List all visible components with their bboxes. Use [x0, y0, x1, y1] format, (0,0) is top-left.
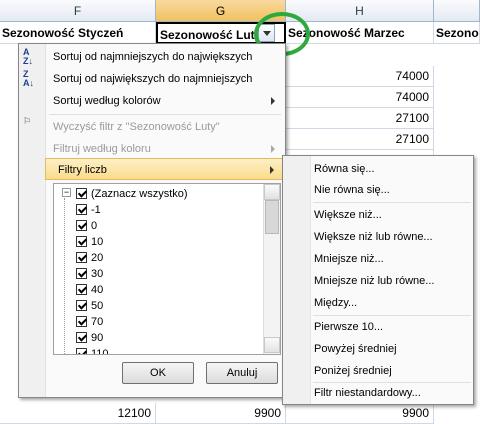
clear-filter-icon: ⚐: [23, 116, 32, 126]
cell-h4[interactable]: 74000: [286, 87, 434, 108]
sort-asc-item[interactable]: Sortuj od najmniejszych do największych: [47, 46, 283, 68]
number-filters-submenu: Równa się... Nie równa się... Większe ni…: [282, 155, 474, 405]
checkbox-icon[interactable]: [76, 204, 87, 215]
cell-h6[interactable]: 27100: [286, 129, 434, 150]
checkbox-icon[interactable]: [76, 188, 87, 199]
list-item[interactable]: -1: [58, 202, 258, 218]
submenu-separator: [313, 202, 471, 203]
list-item[interactable]: 90: [58, 330, 258, 346]
number-filters-item[interactable]: Filtry liczb: [45, 158, 283, 180]
sort-desc-item[interactable]: Sortuj od największych do najmniejszych: [47, 68, 283, 90]
cell-h5[interactable]: 27100: [286, 108, 434, 129]
menu-gutter: [19, 44, 46, 397]
submenu-custom-filter[interactable]: Filtr niestandardowy...: [314, 382, 421, 404]
submenu-greater[interactable]: Większe niż...: [314, 204, 382, 226]
column-header-h[interactable]: H: [286, 0, 434, 22]
list-item[interactable]: 10: [58, 234, 258, 250]
list-item[interactable]: 50: [58, 298, 258, 314]
submenu-less[interactable]: Mniejsze niż...: [314, 248, 384, 270]
list-item[interactable]: 20: [58, 250, 258, 266]
filter-color-label: Filtruj według koloru: [53, 143, 151, 155]
sort-color-label: Sortuj według kolorów: [53, 95, 161, 107]
number-filters-label: Filtry liczb: [58, 164, 107, 176]
submenu-equals[interactable]: Równa się...: [314, 158, 375, 180]
collapse-icon[interactable]: −: [62, 188, 71, 197]
submenu-gutter: [283, 156, 311, 404]
scroll-down-button[interactable]: [264, 337, 280, 353]
submenu-greater-equal[interactable]: Większe niż lub równe...: [314, 226, 433, 248]
values-listbox[interactable]: − (Zaznacz wszystko) -1 0 10 20 30 40 50…: [53, 183, 281, 355]
scroll-up-button[interactable]: [264, 184, 280, 200]
submenu-between[interactable]: Między...: [314, 292, 357, 314]
listbox-scrollbar[interactable]: [263, 184, 280, 354]
submenu-less-equal[interactable]: Mniejsze niż lub równe...: [314, 270, 434, 292]
cell-g-bottom[interactable]: 9900: [156, 403, 286, 424]
checkbox-icon[interactable]: [76, 316, 87, 327]
sort-za-icon: Z A↓: [23, 69, 34, 88]
checkbox-icon[interactable]: [76, 236, 87, 247]
column-header-i[interactable]: [434, 0, 480, 22]
submenu-not-equals[interactable]: Nie równa się...: [314, 179, 390, 201]
checkbox-icon[interactable]: [76, 300, 87, 311]
list-item[interactable]: − (Zaznacz wszystko): [58, 186, 258, 202]
list-item[interactable]: 40: [58, 282, 258, 298]
ok-button[interactable]: OK: [122, 362, 194, 384]
scroll-thumb[interactable]: [265, 200, 279, 234]
checkbox-icon[interactable]: [76, 268, 87, 279]
cell-h-bottom[interactable]: 9900: [286, 403, 434, 424]
checkbox-icon[interactable]: [76, 284, 87, 295]
checkbox-icon[interactable]: [76, 348, 87, 354]
chevron-right-icon: [271, 97, 275, 105]
list-item[interactable]: 30: [58, 266, 258, 282]
sort-color-item[interactable]: Sortuj według kolorów: [47, 90, 283, 112]
submenu-below-average[interactable]: Poniżej średniej: [314, 360, 392, 382]
sort-az-icon: A Z↓: [23, 47, 33, 66]
checkbox-icon[interactable]: [76, 220, 87, 231]
filter-color-item: Filtruj według koloru: [47, 138, 283, 160]
chevron-right-icon: [271, 145, 275, 153]
cell-h3[interactable]: 74000: [286, 66, 434, 87]
cell-f-bottom[interactable]: 12100: [0, 403, 156, 424]
list-item[interactable]: 0: [58, 218, 258, 234]
cancel-button[interactable]: Anuluj: [206, 362, 278, 384]
column-header-f[interactable]: F: [0, 0, 156, 22]
chevron-right-icon: [270, 166, 274, 174]
list-item[interactable]: 110: [58, 346, 258, 354]
submenu-top10[interactable]: Pierwsze 10...: [314, 316, 383, 338]
header-cell-i[interactable]: Sezono: [434, 22, 480, 44]
menu-separator: [49, 114, 281, 115]
checkbox-icon[interactable]: [76, 252, 87, 263]
submenu-above-average[interactable]: Powyżej średniej: [314, 338, 397, 360]
header-cell-f[interactable]: Sezonowość Styczeń: [0, 22, 156, 44]
filter-menu: A Z↓ Sortuj od najmniejszych do największ…: [18, 43, 286, 398]
clear-filter-item: Wyczyść filtr z "Sezonowość Luty": [53, 121, 220, 133]
checkbox-icon[interactable]: [76, 332, 87, 343]
list-item[interactable]: 70: [58, 314, 258, 330]
